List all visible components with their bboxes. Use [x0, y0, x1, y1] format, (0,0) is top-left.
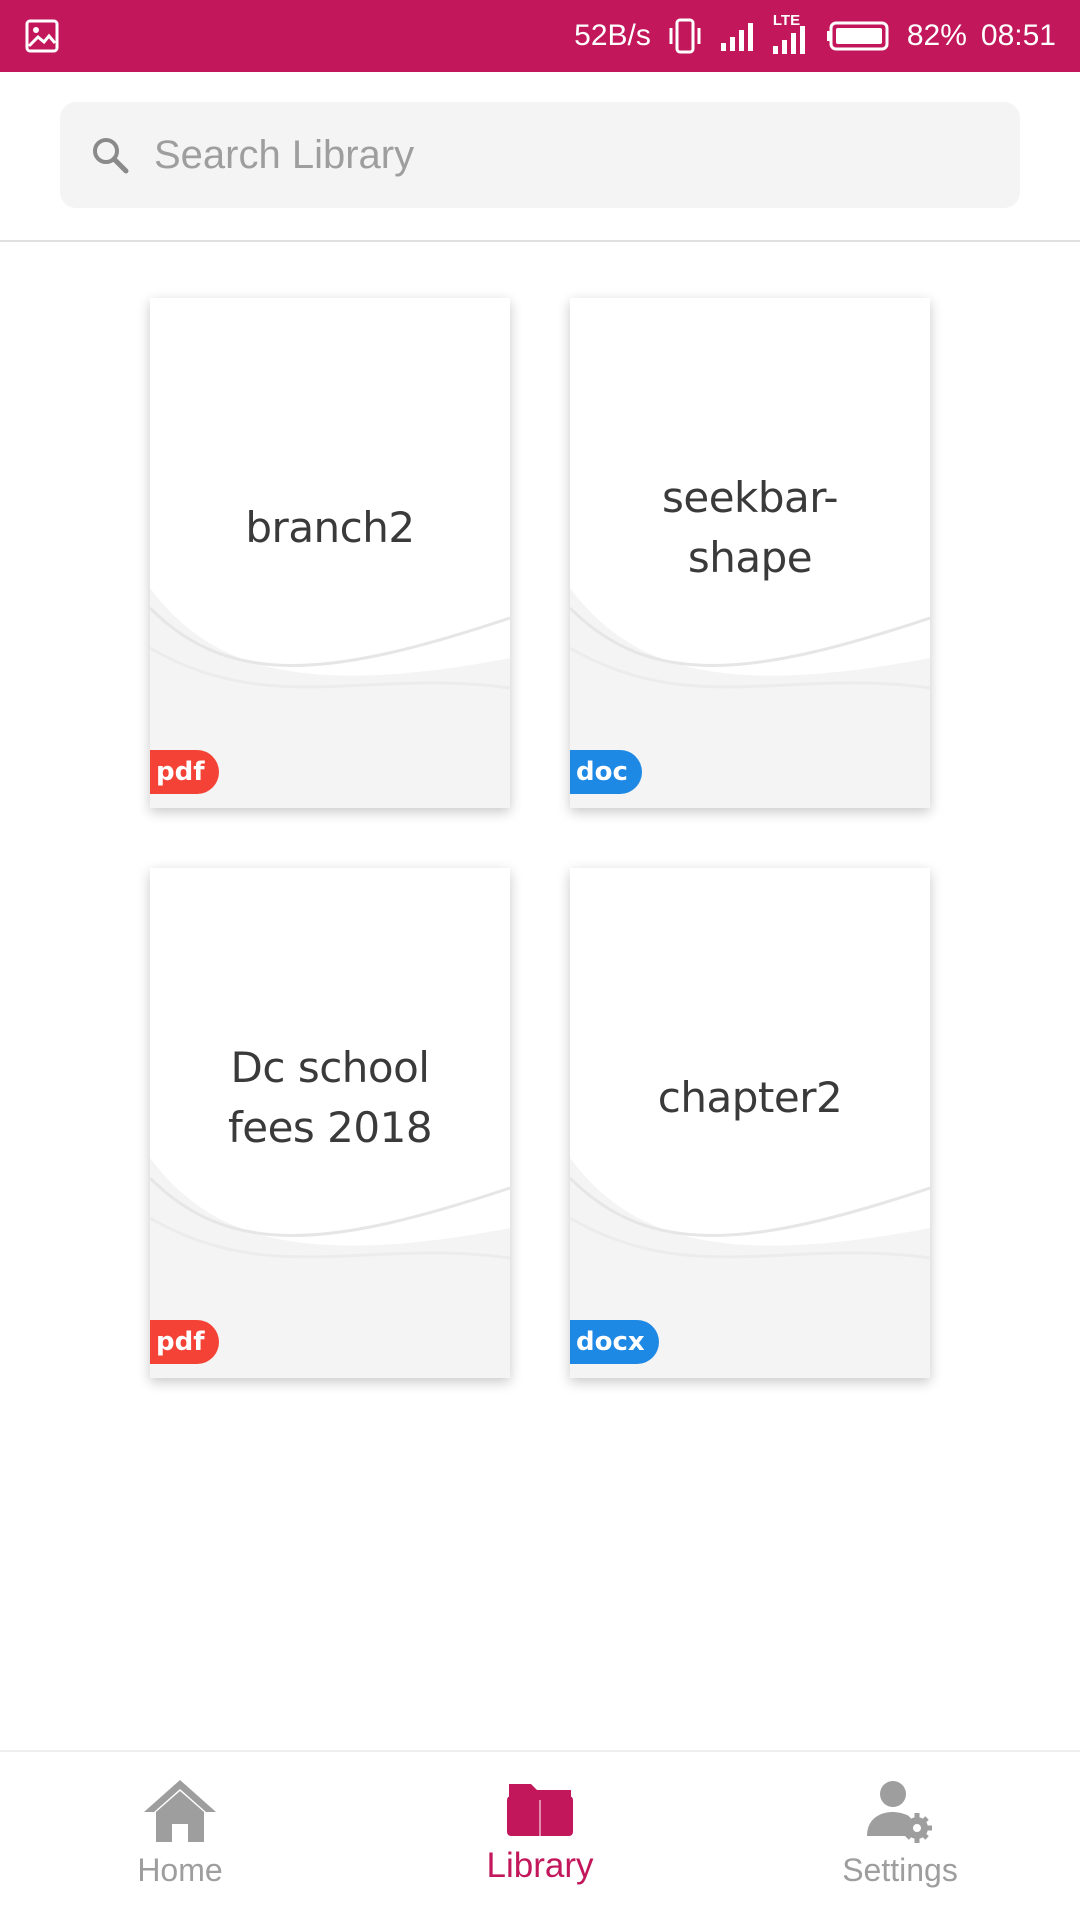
nav-item-home[interactable]: Home	[0, 1752, 360, 1920]
nav-item-library[interactable]: Library	[360, 1752, 720, 1920]
document-card[interactable]: branch2 pdf	[150, 298, 510, 808]
search-area	[0, 72, 1080, 242]
nav-item-settings[interactable]: Settings	[720, 1752, 1080, 1920]
search-box[interactable]	[60, 102, 1020, 208]
document-title: branch2	[245, 503, 415, 552]
nav-label: Library	[486, 1846, 594, 1885]
search-icon	[90, 135, 130, 175]
document-title-text: Dc school fees 2018	[227, 1043, 433, 1152]
file-type-badge: doc	[570, 750, 642, 794]
bottom-navigation: Home Library Settings	[0, 1750, 1080, 1920]
nav-label: Settings	[842, 1852, 958, 1888]
vibrate-icon	[665, 18, 705, 54]
clock: 08:51	[980, 19, 1056, 52]
file-type-badge: docx	[570, 1320, 659, 1364]
file-type-badge: pdf	[150, 1320, 219, 1364]
battery-icon	[826, 20, 893, 52]
user-settings-icon	[865, 1778, 935, 1844]
document-title-text: seekbar- shape	[661, 473, 839, 582]
lte-signal-icon: LTE	[771, 12, 813, 56]
document-title: chapter2	[657, 1073, 843, 1122]
search-input[interactable]	[152, 131, 972, 179]
document-card[interactable]: Dc school fees 2018 pdf	[150, 868, 510, 1378]
signal-icon	[719, 21, 757, 51]
battery-level: 82%	[906, 19, 967, 52]
network-type: LTE	[772, 12, 801, 29]
document-title: seekbar- shape	[590, 448, 910, 608]
document-title: Dc school fees 2018	[170, 1018, 490, 1178]
folder-icon	[505, 1778, 575, 1838]
file-type-badge: pdf	[150, 750, 219, 794]
network-speed: 52B/s	[574, 19, 651, 52]
document-card[interactable]: seekbar- shape doc	[570, 298, 930, 808]
home-icon	[142, 1778, 218, 1844]
status-bar: 52B/s LTE 82% 08:51	[0, 0, 1080, 72]
nav-label: Home	[137, 1852, 223, 1888]
gallery-icon	[24, 18, 60, 54]
document-card[interactable]: chapter2 docx	[570, 868, 930, 1378]
